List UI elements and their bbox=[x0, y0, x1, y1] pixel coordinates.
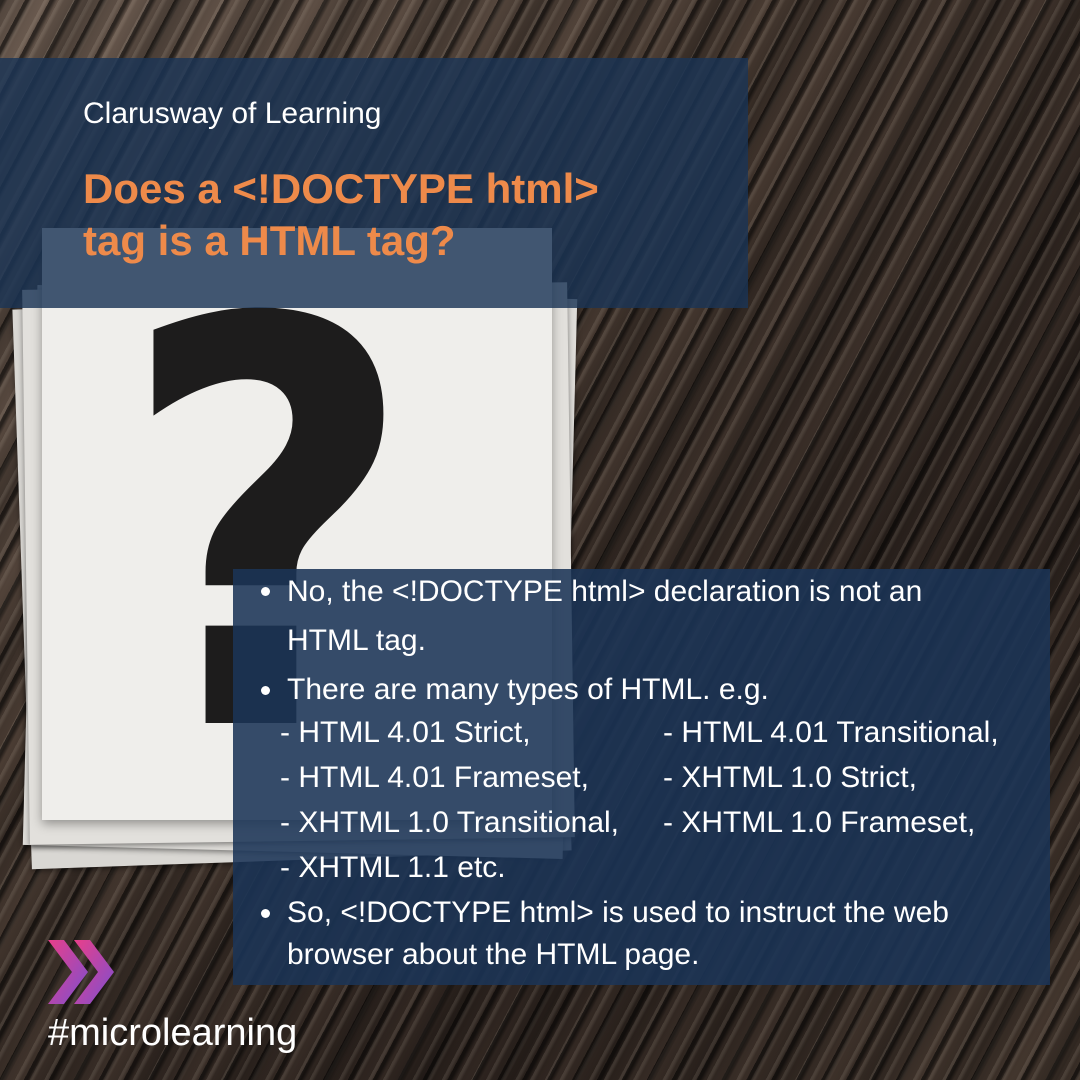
bullet-3-line-1: So, <!DOCTYPE html> is used to instruct … bbox=[287, 896, 949, 929]
html-type: - XHTML 1.1 etc. bbox=[280, 851, 506, 884]
bullet-dot bbox=[261, 686, 270, 695]
html-type: - XHTML 1.0 Frameset, bbox=[663, 806, 976, 839]
bullet-dot bbox=[261, 587, 270, 596]
brand-label: Clarusway of Learning bbox=[83, 97, 382, 130]
bullet-2-line-1: There are many types of HTML. e.g. bbox=[287, 673, 769, 706]
bullet-1-line-2: HTML tag. bbox=[287, 624, 426, 657]
bullet-1-line-1: No, the <!DOCTYPE html> declaration is n… bbox=[287, 575, 923, 608]
hashtag-label: #microlearning bbox=[48, 1012, 298, 1054]
headline: Does a <!DOCTYPE html> tag is a HTML tag… bbox=[83, 163, 733, 267]
double-chevron-right-icon bbox=[48, 940, 114, 1004]
html-type: - HTML 4.01 Frameset, bbox=[280, 761, 589, 794]
headline-line-1: Does a <!DOCTYPE html> bbox=[83, 165, 599, 212]
html-type: - XHTML 1.0 Transitional, bbox=[280, 806, 620, 839]
html-type: - HTML 4.01 Strict, bbox=[280, 716, 531, 749]
html-type: - XHTML 1.0 Strict, bbox=[663, 761, 917, 794]
html-type: - HTML 4.01 Transitional, bbox=[663, 716, 999, 749]
bullet-dot bbox=[261, 909, 270, 918]
bullet-3-line-2: browser about the HTML page. bbox=[287, 938, 700, 971]
headline-line-2: tag is a HTML tag? bbox=[83, 217, 456, 264]
